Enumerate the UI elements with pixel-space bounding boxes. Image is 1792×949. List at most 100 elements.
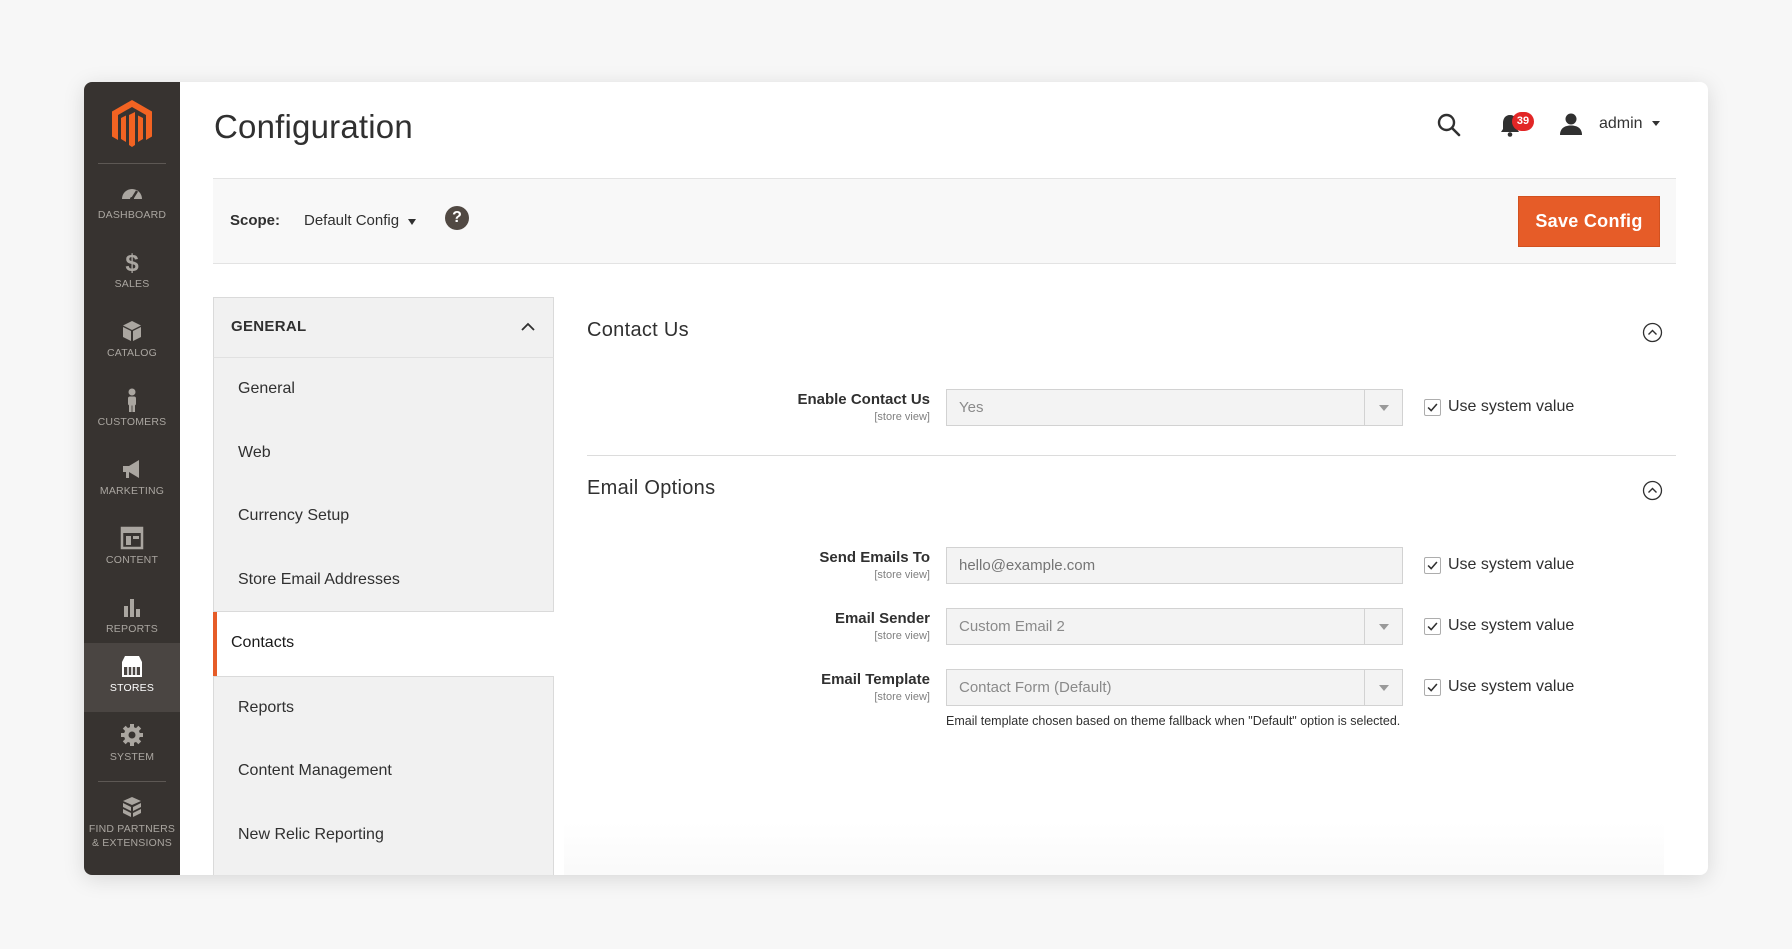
email-sender-select[interactable]: Custom Email 2 [946, 608, 1403, 645]
use-system-value-label[interactable]: Use system value [1448, 556, 1574, 574]
config-tab-contacts[interactable]: Contacts [213, 612, 554, 676]
layout-icon [120, 526, 144, 550]
section-divider [587, 455, 1676, 456]
bottom-fade [564, 822, 1664, 875]
search-icon[interactable] [1436, 112, 1462, 138]
config-tab-new-relic-reporting[interactable]: New Relic Reporting [213, 804, 554, 875]
config-tab-label: Web [238, 444, 271, 461]
email-sender-label: Email Sender [834, 610, 930, 627]
megaphone-icon [123, 460, 139, 478]
email-options-section-title[interactable]: Email Options [587, 477, 715, 500]
send-emails-to-input[interactable] [946, 547, 1403, 584]
config-tab-general[interactable]: General [213, 358, 554, 422]
collapse-circle-icon[interactable] [1642, 322, 1663, 343]
enable-contact-us-label: Enable Contact Us [797, 391, 930, 408]
nav-sales-label: SALES [114, 278, 150, 290]
config-tab-currency-setup[interactable]: Currency Setup [213, 485, 554, 549]
scope-hint: [store view] [874, 569, 930, 581]
nav-stores-label: STORES [109, 682, 155, 694]
blocks-icon [123, 797, 141, 817]
nav-find-partners-line2: & EXTENSIONS [91, 837, 172, 849]
config-tab-store-email-addresses[interactable]: Store Email Addresses [213, 549, 554, 612]
use-system-value-label[interactable]: Use system value [1448, 617, 1574, 635]
config-tab-label: Reports [238, 699, 295, 716]
config-tab-label: New Relic Reporting [238, 826, 384, 843]
chevron-down-icon[interactable] [408, 219, 416, 225]
scope-hint: [store view] [874, 630, 930, 642]
admin-sidebar: DASHBOARD $ SALES CATALOG CUSTOMERS MARK… [84, 82, 180, 875]
config-tab-label: Currency Setup [238, 507, 350, 524]
nav-system[interactable]: SYSTEM [84, 712, 180, 781]
bar-chart-icon [124, 599, 140, 617]
speedometer-icon [122, 189, 142, 201]
config-tab-content-management[interactable]: Content Management [213, 740, 554, 804]
user-icon[interactable] [1558, 111, 1584, 137]
nav-catalog[interactable]: CATALOG [84, 308, 180, 377]
chevron-down-icon[interactable] [1364, 390, 1402, 425]
person-icon [128, 388, 136, 412]
select-value: Custom Email 2 [959, 618, 1065, 635]
sidebar-divider [98, 163, 166, 164]
enable-contact-us-select[interactable]: Yes [946, 389, 1403, 426]
chevron-up-icon[interactable] [520, 319, 536, 335]
scope-hint: [store view] [874, 691, 930, 703]
scope-hint: [store view] [874, 411, 930, 423]
dollar-icon: $ [125, 250, 139, 275]
config-tab-label: Contacts [231, 634, 295, 651]
nav-find-partners[interactable]: FIND PARTNERS & EXTENSIONS [84, 784, 180, 864]
collapse-circle-icon[interactable] [1642, 480, 1663, 501]
config-tab-label: Store Email Addresses [238, 571, 400, 588]
gear-icon [121, 724, 143, 746]
use-system-value-checkbox[interactable] [1424, 618, 1441, 635]
magento-logo[interactable] [110, 98, 154, 150]
scope-toolbar: Scope: Default Config ? Save Config [213, 178, 1676, 264]
use-system-value-checkbox[interactable] [1424, 399, 1441, 416]
scope-label: Scope: [230, 212, 281, 229]
admin-window: DASHBOARD $ SALES CATALOG CUSTOMERS MARK… [84, 82, 1708, 875]
use-system-value-checkbox[interactable] [1424, 557, 1441, 574]
page-title: Configuration [214, 108, 413, 145]
email-template-note: Email template chosen based on theme fal… [946, 714, 1401, 728]
contact-us-section-title[interactable]: Contact Us [587, 319, 689, 342]
use-system-value-checkbox[interactable] [1424, 679, 1441, 696]
help-icon[interactable]: ? [445, 206, 469, 230]
nav-customers-label: CUSTOMERS [97, 416, 167, 428]
send-emails-to-label: Send Emails To [819, 549, 930, 566]
config-tab-label: General [238, 380, 295, 397]
use-system-value-label[interactable]: Use system value [1448, 678, 1574, 696]
nav-dashboard[interactable]: DASHBOARD [84, 170, 180, 239]
nav-customers[interactable]: CUSTOMERS [84, 377, 180, 446]
chevron-down-icon[interactable] [1364, 670, 1402, 705]
group-heading: GENERAL [231, 318, 307, 335]
nav-stores[interactable]: STORES [84, 643, 180, 712]
config-tab-label: Content Management [238, 762, 392, 779]
nav-system-label: SYSTEM [109, 751, 155, 763]
nav-marketing[interactable]: MARKETING [84, 446, 180, 515]
scope-switcher[interactable]: Default Config [304, 212, 419, 229]
admin-user-menu[interactable]: admin [1599, 115, 1643, 133]
config-tab-web[interactable]: Web [213, 422, 554, 486]
box-icon [123, 321, 141, 341]
nav-sales[interactable]: $ SALES [84, 239, 180, 308]
save-config-button[interactable]: Save Config [1518, 196, 1660, 247]
config-tab-reports[interactable]: Reports [213, 676, 554, 740]
general-group-header[interactable]: GENERAL [213, 297, 554, 358]
svg-text:$: $ [125, 250, 139, 275]
chevron-down-icon[interactable] [1652, 121, 1660, 126]
nav-dashboard-label: DASHBOARD [97, 209, 167, 221]
nav-content-label: CONTENT [105, 554, 159, 566]
select-value: Contact Form (Default) [959, 679, 1112, 696]
email-template-select[interactable]: Contact Form (Default) [946, 669, 1403, 706]
nav-marketing-label: MARKETING [99, 485, 165, 497]
notification-count-badge[interactable]: 39 [1512, 112, 1534, 131]
chevron-down-icon[interactable] [1364, 609, 1402, 644]
nav-find-partners-line1: FIND PARTNERS [88, 823, 176, 835]
storefront-icon [122, 656, 142, 677]
nav-content[interactable]: CONTENT [84, 515, 180, 584]
nav-catalog-label: CATALOG [106, 347, 158, 359]
email-template-label: Email Template [821, 671, 930, 688]
sidebar-divider [98, 781, 166, 782]
use-system-value-label[interactable]: Use system value [1448, 398, 1574, 416]
select-value: Yes [959, 399, 984, 416]
nav-reports-label: REPORTS [106, 623, 158, 635]
